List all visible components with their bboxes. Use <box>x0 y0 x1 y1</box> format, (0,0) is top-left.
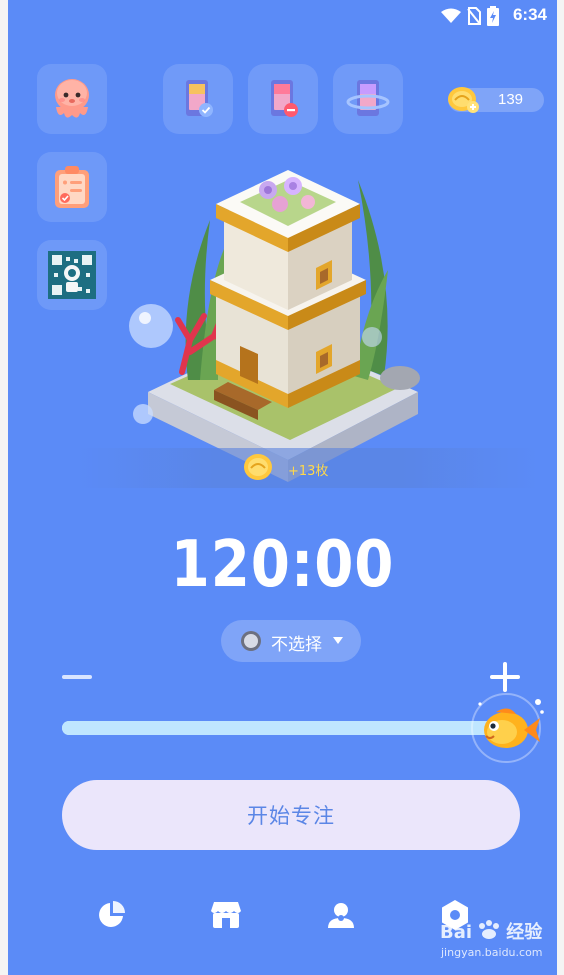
watermark-url: jingyan.baidu.com <box>441 946 543 959</box>
decrease-time-button[interactable] <box>62 675 92 679</box>
timer-display[interactable]: 120:00 <box>41 528 524 602</box>
phone-minus-icon <box>271 80 298 117</box>
nav-statistics[interactable] <box>94 898 128 932</box>
nav-profile[interactable] <box>324 898 358 932</box>
watermark-brand-2: 经验 <box>506 922 543 943</box>
duration-slider[interactable] <box>62 721 512 735</box>
profile-icon <box>328 903 354 928</box>
status-bar: 6:34 <box>8 0 557 30</box>
duration-slider-fill <box>62 721 512 735</box>
coin-icon <box>244 454 272 480</box>
tool-phone-rotate[interactable] <box>333 64 403 134</box>
qr-code-icon <box>48 251 96 299</box>
watermark-brand: Bai <box>440 922 473 943</box>
pie-chart-icon <box>99 901 125 927</box>
rock <box>380 366 420 390</box>
bubble-right <box>362 327 382 347</box>
no-sim-icon <box>467 7 481 25</box>
right-edge <box>557 0 564 975</box>
baidu-watermark: Bai 经验 jingyan.baidu.com <box>440 918 543 959</box>
task-list-button[interactable] <box>37 152 107 222</box>
bubble-small <box>133 404 153 424</box>
nav-store[interactable] <box>209 898 243 932</box>
tool-phone-check[interactable] <box>163 64 233 134</box>
increase-time-button[interactable] <box>490 662 520 692</box>
coin-add-icon[interactable] <box>446 84 482 116</box>
coin-count: 139 <box>498 91 524 108</box>
battery-charging-icon <box>487 6 499 26</box>
start-focus-button[interactable]: 开始专注 <box>62 780 520 850</box>
clipboard-icon <box>55 166 89 208</box>
wifi-icon <box>441 8 461 23</box>
goldfish-slider-handle[interactable] <box>468 690 548 766</box>
octopus-avatar-icon <box>55 79 89 118</box>
phone-rotate-icon <box>346 80 390 116</box>
status-icons <box>441 6 499 26</box>
reward-text: +13枚 <box>288 464 329 479</box>
bubble-large <box>129 304 173 348</box>
tag-selector-label: 不选择 <box>271 635 322 655</box>
tag-icon <box>241 631 261 651</box>
store-icon <box>211 902 241 928</box>
phone-check-icon <box>186 80 213 117</box>
paw-icon <box>479 920 500 939</box>
status-time: 6:34 <box>512 5 547 24</box>
left-edge <box>0 0 8 975</box>
app-screen: 6:34 139 +13枚 120:00 不选择 开始专注 Bai 经验 jin… <box>8 0 557 975</box>
tool-phone-minus[interactable] <box>248 64 318 134</box>
chevron-down-icon <box>333 637 343 644</box>
scan-code-button[interactable] <box>37 240 107 310</box>
start-focus-label: 开始专注 <box>247 804 335 828</box>
avatar-button[interactable] <box>37 64 107 134</box>
